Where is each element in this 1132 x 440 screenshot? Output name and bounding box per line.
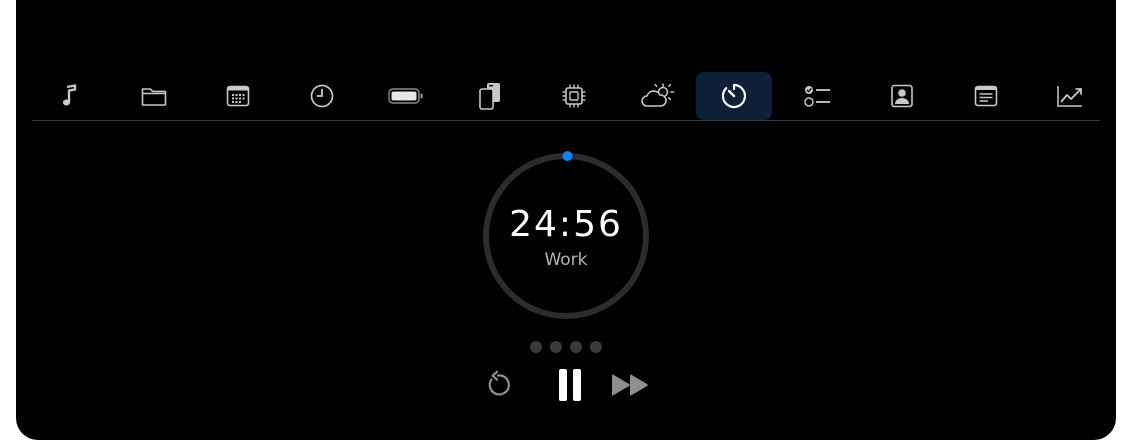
tab-weather[interactable] xyxy=(620,72,696,120)
tab-calendar[interactable] xyxy=(200,72,276,120)
widget-tab-bar xyxy=(32,72,1100,120)
tab-stocks[interactable] xyxy=(1032,72,1108,120)
devices-icon xyxy=(479,83,500,110)
pause-button[interactable] xyxy=(542,362,598,408)
contact-card-icon xyxy=(891,84,913,108)
tab-music[interactable] xyxy=(32,72,108,120)
notes-icon xyxy=(974,85,998,107)
timer-icon xyxy=(721,83,747,109)
clock-icon xyxy=(310,84,334,108)
skip-forward-icon xyxy=(612,374,648,396)
tab-clock[interactable] xyxy=(284,72,360,120)
cpu-chip-icon xyxy=(562,84,586,108)
session-dot xyxy=(570,341,582,353)
tab-bar-divider xyxy=(32,120,1100,121)
folder-icon xyxy=(141,88,167,106)
session-dot xyxy=(550,341,562,353)
music-note-icon xyxy=(62,84,77,106)
session-dot xyxy=(590,341,602,353)
session-dot xyxy=(530,341,542,353)
skip-forward-button[interactable] xyxy=(608,367,652,403)
tab-notes[interactable] xyxy=(948,72,1024,120)
timer-time-remaining: 24:56 xyxy=(509,204,623,245)
checklist-icon xyxy=(804,86,830,107)
progress-knob xyxy=(562,151,573,162)
tab-devices[interactable] xyxy=(452,72,528,120)
tab-timer[interactable] xyxy=(696,72,772,120)
tab-battery[interactable] xyxy=(368,72,444,120)
session-dots xyxy=(530,341,602,353)
tab-reminders[interactable] xyxy=(780,72,856,120)
restart-icon xyxy=(488,370,510,396)
pause-icon xyxy=(559,369,581,401)
restart-button[interactable] xyxy=(478,365,518,405)
tab-cpu[interactable] xyxy=(536,72,612,120)
timer-mode-label: Work xyxy=(544,250,588,270)
battery-icon xyxy=(388,88,423,104)
chart-line-icon xyxy=(1057,86,1082,107)
cloud-sun-icon xyxy=(641,83,675,107)
calendar-icon xyxy=(226,85,250,107)
pomodoro-widget: 24:56 Work xyxy=(16,0,1116,440)
tab-contacts[interactable] xyxy=(864,72,940,120)
tab-files[interactable] xyxy=(116,72,192,120)
